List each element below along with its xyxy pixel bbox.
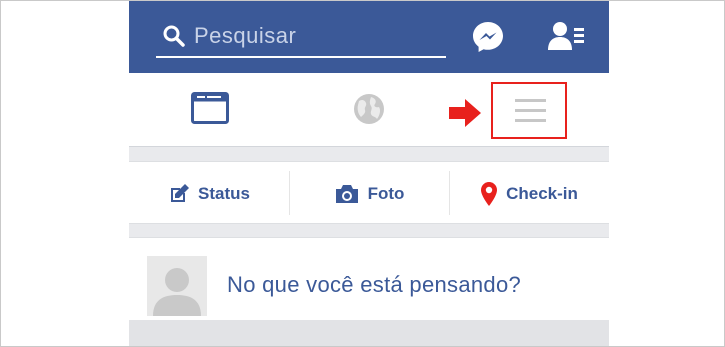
- friend-requests-icon[interactable]: [547, 20, 585, 52]
- hamburger-menu-icon-line: [515, 109, 546, 112]
- edit-icon: [171, 183, 190, 202]
- search-bar[interactable]: [156, 14, 446, 58]
- arrow-icon: [449, 99, 481, 127]
- checkin-button[interactable]: Check-in: [449, 162, 609, 225]
- nav-news-feed[interactable]: [175, 73, 245, 147]
- checkin-label: Check-in: [506, 183, 578, 203]
- nav-globe[interactable]: [334, 73, 404, 147]
- post-composer[interactable]: No que você está pensando?: [129, 237, 609, 320]
- photo-button[interactable]: Foto: [289, 162, 449, 225]
- composer-bar: Status Foto Check-in: [129, 161, 609, 224]
- default-avatar-icon: [147, 256, 207, 316]
- camera-icon: [335, 184, 358, 203]
- globe-icon: [354, 94, 384, 124]
- photo-label: Foto: [367, 183, 405, 203]
- messenger-icon[interactable]: [471, 20, 505, 54]
- location-pin-icon: [481, 181, 498, 206]
- menu-highlight-box: [491, 82, 567, 139]
- status-button[interactable]: Status: [129, 162, 289, 225]
- facebook-mobile-app: Status Foto Check-in No que você está: [129, 0, 609, 347]
- search-icon: [163, 25, 185, 47]
- search-input[interactable]: [194, 18, 442, 54]
- feed-strip: [129, 320, 609, 347]
- status-label: Status: [198, 183, 250, 203]
- news-feed-icon: [191, 92, 229, 124]
- post-prompt: No que você está pensando?: [227, 272, 522, 297]
- top-bar: [129, 0, 609, 73]
- nav-menu[interactable]: [491, 73, 567, 147]
- hamburger-menu-icon-line: [515, 119, 546, 122]
- navigation-bar: [129, 73, 609, 147]
- hamburger-menu-icon: [515, 99, 546, 102]
